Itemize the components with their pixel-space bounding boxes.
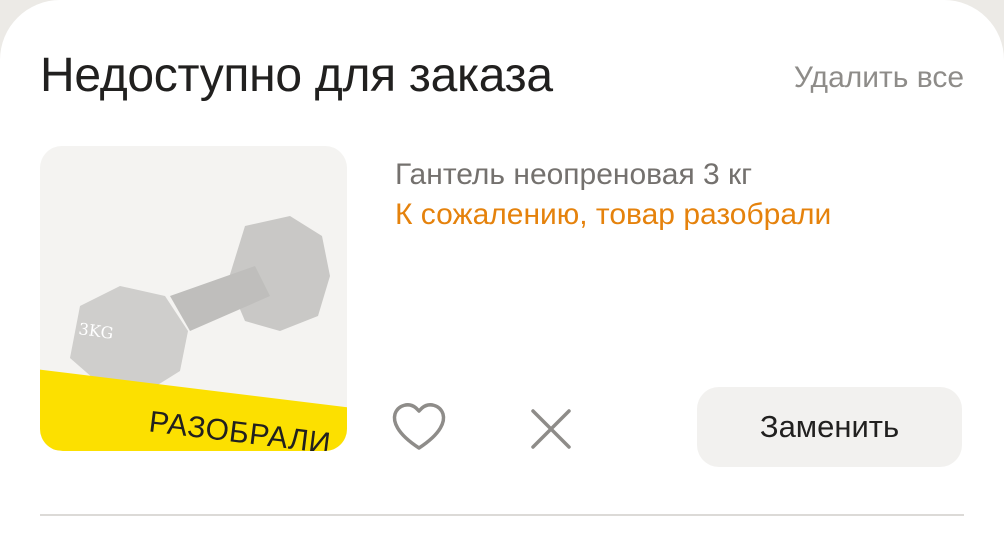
product-image[interactable]: 3KG РАЗОБРАЛИ <box>40 146 347 451</box>
section-header: Недоступно для заказа Удалить все <box>40 44 964 114</box>
delete-all-button[interactable]: Удалить все <box>794 60 964 96</box>
divider <box>40 514 964 516</box>
section-title: Недоступно для заказа <box>40 49 553 102</box>
sold-out-badge: РАЗОБРАЛИ <box>147 405 333 451</box>
heart-icon[interactable] <box>390 400 448 454</box>
availability-status: К сожалению, товар разобрали <box>395 198 832 231</box>
product-name[interactable]: Гантель неопреновая 3 кг <box>395 156 752 194</box>
replace-button[interactable]: Заменить <box>697 387 962 467</box>
unavailable-items-card: Недоступно для заказа Удалить все 3KG РА… <box>0 0 1004 545</box>
close-icon[interactable] <box>528 406 574 452</box>
